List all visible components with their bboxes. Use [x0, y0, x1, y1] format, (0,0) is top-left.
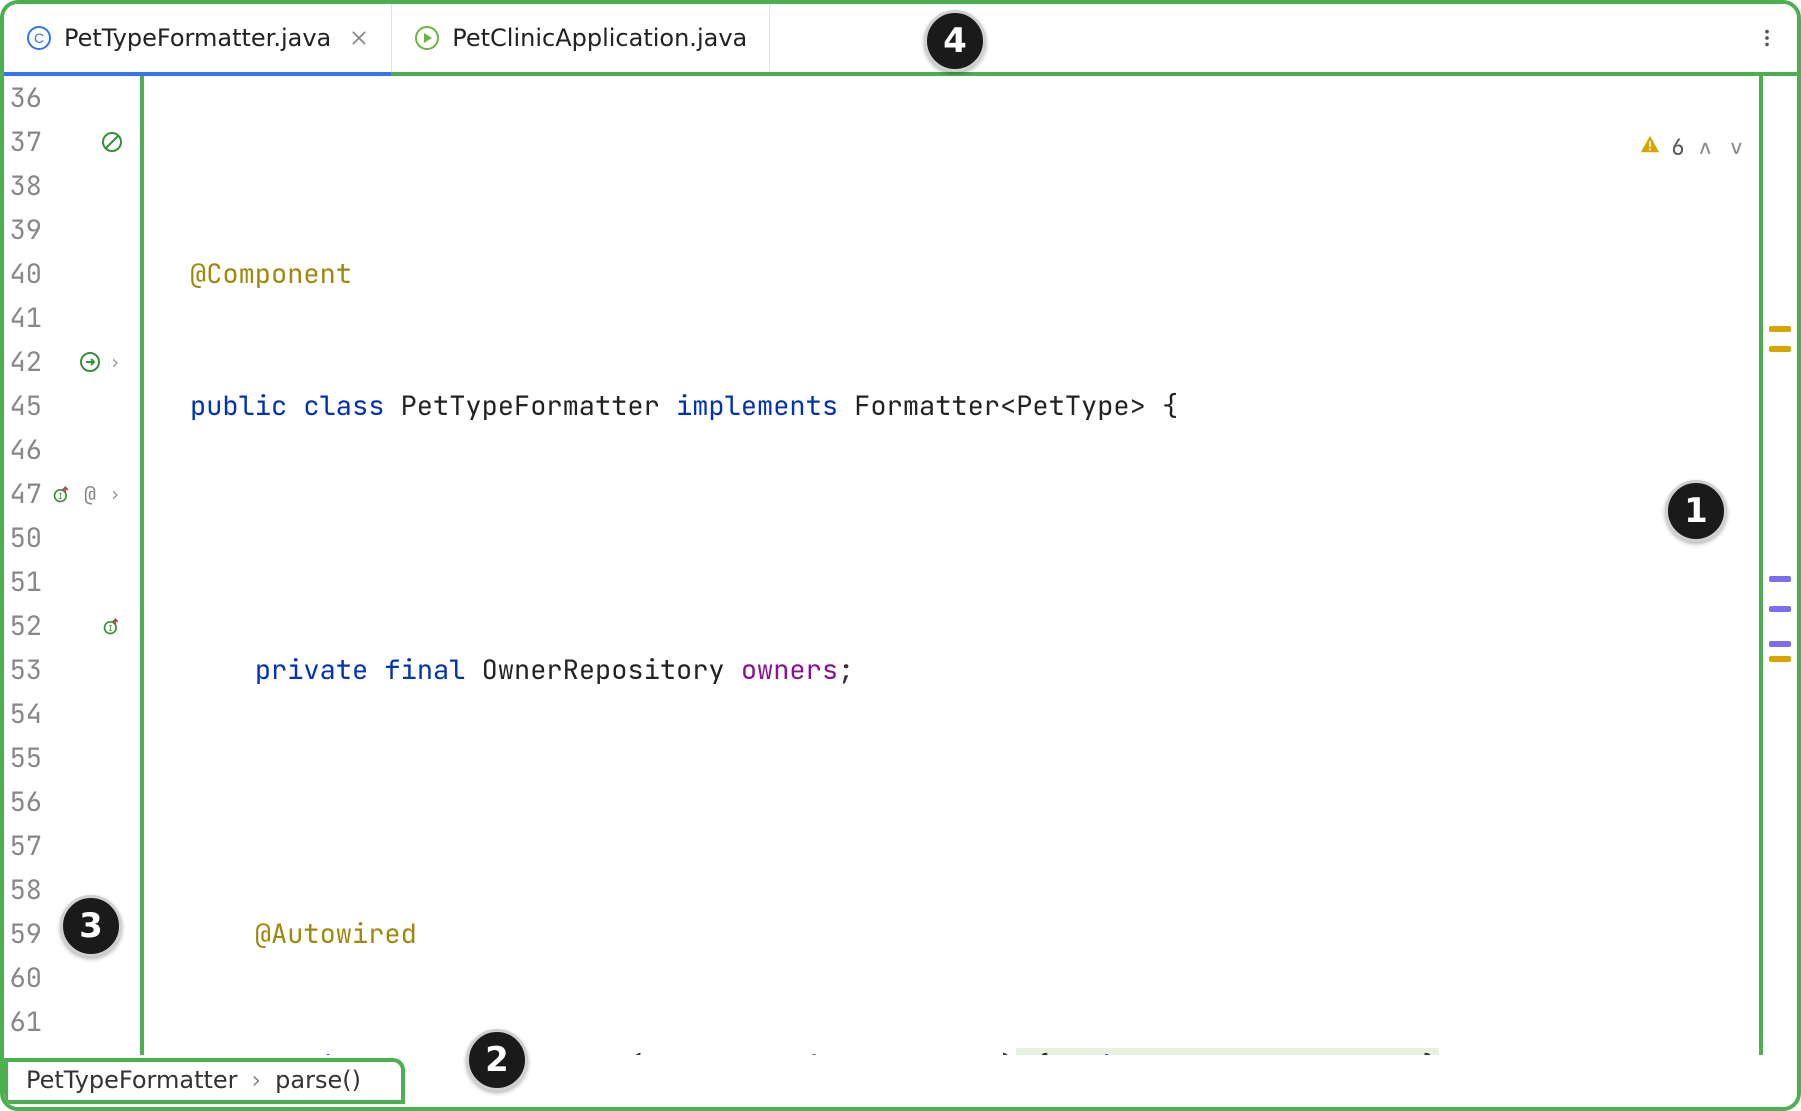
line-number: 50: [4, 516, 42, 560]
svg-text:I: I: [58, 492, 63, 502]
close-icon[interactable]: [349, 28, 369, 48]
stripe-marker[interactable]: [1769, 346, 1791, 352]
line-number: 40: [4, 252, 42, 296]
line-number: 56: [4, 780, 42, 824]
line-number: 47: [4, 472, 42, 516]
stripe-marker[interactable]: [1769, 641, 1791, 647]
no-entry-icon[interactable]: [100, 130, 124, 154]
tab-petclinicapplication[interactable]: PetClinicApplication.java: [392, 4, 770, 72]
gutter[interactable]: 36 37 38 39 40 41 42› 45 46 47I@› 50 51 …: [4, 76, 144, 1111]
annotation-badge-2: 2: [466, 1029, 528, 1091]
bean-nav-icon[interactable]: [78, 350, 102, 374]
breadcrumb[interactable]: PetTypeFormatter › parse(): [4, 1058, 405, 1104]
prev-highlight-icon[interactable]: ∧: [1695, 124, 1716, 172]
inspection-widget[interactable]: 6 ∧ ∨: [1507, 82, 1747, 214]
breadcrumb-method[interactable]: parse(): [275, 1066, 361, 1094]
line-number: 45: [4, 384, 42, 428]
line-number: 57: [4, 824, 42, 868]
line-number: 58: [4, 868, 42, 912]
code-editor: 36 37 38 39 40 41 42› 45 46 47I@› 50 51 …: [4, 76, 1797, 1055]
svg-text:I: I: [108, 624, 113, 634]
fold-icon[interactable]: ›: [106, 340, 124, 384]
warning-icon: [1507, 82, 1661, 214]
stripe-marker[interactable]: [1769, 326, 1791, 332]
next-highlight-icon[interactable]: ∨: [1726, 124, 1747, 172]
tab-label: PetTypeFormatter.java: [64, 24, 331, 52]
editor-tab-bar: C PetTypeFormatter.java PetClinicApplica…: [4, 4, 1797, 76]
implements-icon[interactable]: I: [50, 482, 74, 506]
line-number: 42: [4, 340, 42, 384]
annotation-badge-1: 1: [1665, 480, 1727, 542]
breadcrumb-class[interactable]: PetTypeFormatter: [26, 1066, 238, 1094]
annotation: @Component: [190, 252, 352, 296]
fold-icon[interactable]: ›: [106, 472, 124, 516]
tab-label: PetClinicApplication.java: [452, 24, 747, 52]
at-icon[interactable]: @: [78, 482, 102, 506]
stripe-marker[interactable]: [1769, 576, 1791, 582]
line-number: 38: [4, 164, 42, 208]
line-number: 37: [4, 120, 42, 164]
line-number: 53: [4, 648, 42, 692]
editor-window: C PetTypeFormatter.java PetClinicApplica…: [0, 0, 1801, 1111]
annotation-badge-4: 4: [924, 10, 986, 72]
annotation-badge-3: 3: [60, 895, 122, 957]
line-number: 46: [4, 428, 42, 472]
line-number: 52: [4, 604, 42, 648]
implements-icon[interactable]: I: [100, 614, 124, 638]
line-number: 59: [4, 912, 42, 956]
line-number: 36: [4, 76, 42, 120]
java-class-icon: C: [26, 25, 52, 51]
tab-pettypeformatter[interactable]: C PetTypeFormatter.java: [4, 4, 392, 72]
line-number: 54: [4, 692, 42, 736]
stripe-marker[interactable]: [1769, 656, 1791, 662]
gutter-fold-spacer: [144, 76, 180, 1111]
inspection-count: 6: [1671, 126, 1684, 170]
line-number: 51: [4, 560, 42, 604]
line-number: 41: [4, 296, 42, 340]
kebab-icon: [1756, 27, 1778, 49]
line-number: 39: [4, 208, 42, 252]
breadcrumb-bar: PetTypeFormatter › parse(): [4, 1055, 1797, 1107]
tab-more-menu[interactable]: [1737, 4, 1797, 72]
line-number: 55: [4, 736, 42, 780]
code-area[interactable]: 6 ∧ ∨ @Component public class PetTypeFor…: [180, 76, 1759, 1111]
stripe-marker[interactable]: [1769, 606, 1791, 612]
error-stripe[interactable]: [1759, 76, 1797, 1111]
line-number: 61: [4, 1000, 42, 1044]
svg-text:C: C: [34, 30, 44, 46]
breadcrumb-sep-icon: ›: [252, 1066, 262, 1094]
spring-run-icon: [414, 25, 440, 51]
line-number: 60: [4, 956, 42, 1000]
